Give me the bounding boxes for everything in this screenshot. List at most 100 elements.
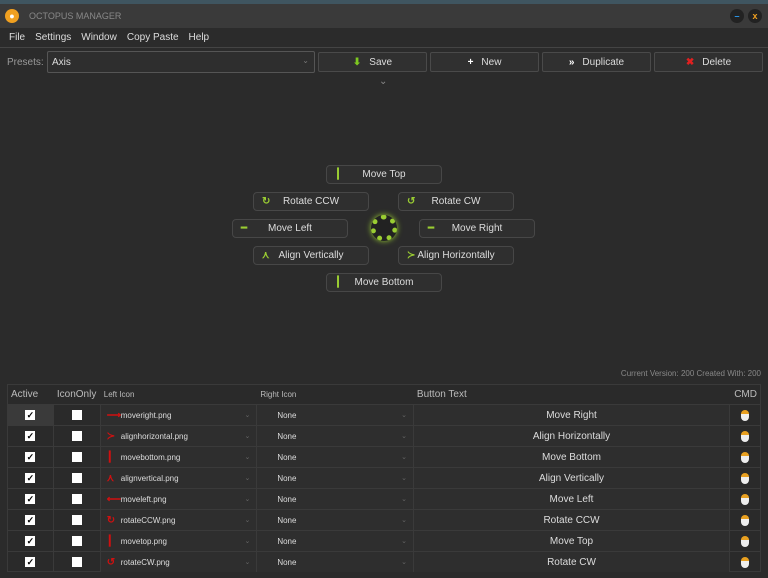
chevron-down-icon: ⌄ xyxy=(244,559,251,566)
cmd-cell[interactable] xyxy=(730,426,760,446)
pie-button-move-top[interactable]: ┃ Move Top xyxy=(326,165,442,184)
active-checkbox[interactable]: ✓ xyxy=(25,557,36,567)
active-checkbox[interactable]: ✓ xyxy=(25,473,36,483)
duplicate-button[interactable]: » Duplicate xyxy=(542,52,651,72)
pie-button-move-right[interactable]: ━ Move Right xyxy=(419,219,535,238)
pie-center-icon xyxy=(371,215,397,241)
chevron-down-icon: ⌄ xyxy=(244,412,251,419)
pie-icon: ≻ xyxy=(407,250,416,261)
active-checkbox[interactable]: ✓ xyxy=(25,536,36,546)
button-text-input[interactable]: Rotate CCW xyxy=(413,510,731,530)
mouse-icon xyxy=(741,472,750,484)
icononly-checkbox[interactable] xyxy=(71,494,82,504)
left-icon-dropdown[interactable]: ┃ movetop.png ⌄ xyxy=(100,531,258,551)
button-text-input[interactable]: Rotate CW xyxy=(413,552,731,572)
left-icon-dropdown[interactable]: ≻ alignhorizontal.png ⌄ xyxy=(100,426,258,446)
new-button[interactable]: + New xyxy=(430,52,539,72)
button-text-input[interactable]: Move Top xyxy=(413,531,731,551)
left-icon-value: rotateCCW.png xyxy=(120,515,176,525)
minimize-button[interactable]: – xyxy=(730,9,744,23)
icononly-cell xyxy=(54,489,101,509)
cmd-cell[interactable] xyxy=(730,468,760,488)
active-checkbox[interactable]: ✓ xyxy=(25,410,36,420)
cmd-cell[interactable] xyxy=(730,489,760,509)
chevron-down-icon: ⌄ xyxy=(401,454,407,461)
button-text-input[interactable]: Align Vertically xyxy=(413,468,731,488)
pie-button-rotate-cw[interactable]: ↺ Rotate CW xyxy=(398,192,514,211)
active-checkbox[interactable]: ✓ xyxy=(25,431,36,441)
right-icon-dropdown[interactable]: None ⌄ xyxy=(257,510,414,530)
expand-chevron-icon[interactable]: ⌄ xyxy=(379,76,387,87)
chevron-down-icon: ⌄ xyxy=(244,496,251,503)
cmd-cell[interactable] xyxy=(730,552,760,572)
right-icon-dropdown[interactable]: None ⌄ xyxy=(257,426,414,446)
button-label: Delete xyxy=(702,57,732,68)
right-icon-dropdown[interactable]: None ⌄ xyxy=(257,405,414,425)
icononly-checkbox[interactable] xyxy=(71,557,82,567)
chevron-down-icon: ⌄ xyxy=(401,475,407,482)
left-icon-preview-icon: ⟵ xyxy=(106,493,122,505)
duplicate-icon: » xyxy=(568,57,575,68)
chevron-down-icon: ⌄ xyxy=(244,517,251,524)
active-checkbox[interactable]: ✓ xyxy=(25,452,36,462)
left-icon-dropdown[interactable]: ⋏ alignvertical.png ⌄ xyxy=(100,468,258,488)
menu-window[interactable]: Window xyxy=(76,28,122,47)
active-checkbox[interactable]: ✓ xyxy=(25,494,36,504)
icononly-checkbox[interactable] xyxy=(71,410,82,420)
pie-button-move-left[interactable]: ━ Move Left xyxy=(232,219,348,238)
presets-dropdown[interactable]: Axis ⌄ xyxy=(47,51,315,73)
button-label: Duplicate xyxy=(582,57,625,68)
chevron-down-icon: ⌄ xyxy=(244,475,251,482)
left-icon-dropdown[interactable]: ↻ rotateCCW.png ⌄ xyxy=(100,510,258,530)
active-cell: ✓ xyxy=(8,510,54,530)
col-button-text: Button Text xyxy=(416,389,467,400)
menu-copy-paste[interactable]: Copy Paste xyxy=(122,28,184,47)
pie-label: Rotate CW xyxy=(431,196,481,207)
pie-button-move-bottom[interactable]: ┃ Move Bottom xyxy=(326,273,442,292)
chevron-down-icon: ⌄ xyxy=(401,517,407,524)
button-text-input[interactable]: Align Horizontally xyxy=(413,426,731,446)
button-text-input[interactable]: Move Bottom xyxy=(413,447,731,467)
button-text-input[interactable]: Move Left xyxy=(413,489,731,509)
right-icon-value: None xyxy=(277,410,297,420)
pie-button-align-horizontally[interactable]: ≻ Align Horizontally xyxy=(398,246,514,265)
left-icon-dropdown[interactable]: ⟶ moveright.png ⌄ xyxy=(100,405,258,425)
menu-settings[interactable]: Settings xyxy=(30,28,76,47)
icononly-checkbox[interactable] xyxy=(71,431,82,441)
left-icon-value: rotateCW.png xyxy=(120,557,170,567)
right-icon-dropdown[interactable]: None ⌄ xyxy=(257,489,414,509)
cmd-cell[interactable] xyxy=(730,510,760,530)
active-checkbox[interactable]: ✓ xyxy=(25,515,36,525)
right-icon-value: None xyxy=(277,536,297,546)
cmd-cell[interactable] xyxy=(730,531,760,551)
cmd-cell[interactable] xyxy=(730,447,760,467)
pie-button-align-vertically[interactable]: ⋏ Align Vertically xyxy=(253,246,369,265)
right-icon-dropdown[interactable]: None ⌄ xyxy=(257,531,414,551)
right-icon-dropdown[interactable]: None ⌄ xyxy=(257,552,414,572)
left-icon-dropdown[interactable]: ⟵ moveleft.png ⌄ xyxy=(100,489,258,509)
save-button[interactable]: ⬇ Save xyxy=(318,52,427,72)
button-text-input[interactable]: Move Right xyxy=(413,405,731,425)
icononly-checkbox[interactable] xyxy=(71,452,82,462)
icononly-checkbox[interactable] xyxy=(71,536,82,546)
right-icon-dropdown[interactable]: None ⌄ xyxy=(257,468,414,488)
pie-icon: ━ xyxy=(428,223,435,234)
left-icon-dropdown[interactable]: ┃ movebottom.png ⌄ xyxy=(100,447,258,467)
right-icon-dropdown[interactable]: None ⌄ xyxy=(257,447,414,467)
active-cell: ✓ xyxy=(8,405,54,425)
table-row: ✓ ↻ rotateCCW.png ⌄ None ⌄ Rotate CCW xyxy=(8,509,760,530)
menu-file[interactable]: File xyxy=(4,28,30,47)
left-icon-dropdown[interactable]: ↺ rotateCW.png ⌄ xyxy=(100,552,258,572)
icononly-checkbox[interactable] xyxy=(71,515,82,525)
delete-button[interactable]: ✖ Delete xyxy=(654,52,763,72)
pie-label: Move Right xyxy=(451,223,503,234)
menu-help[interactable]: Help xyxy=(184,28,215,47)
icononly-checkbox[interactable] xyxy=(71,473,82,483)
close-button[interactable]: x xyxy=(748,9,762,23)
right-icon-value: None xyxy=(277,431,297,441)
left-icon-value: alignvertical.png xyxy=(120,473,179,483)
table-row: ✓ ↺ rotateCW.png ⌄ None ⌄ Rotate CW xyxy=(8,551,760,572)
pie-button-rotate-ccw[interactable]: ↻ Rotate CCW xyxy=(253,192,369,211)
left-icon-value: movetop.png xyxy=(120,536,168,546)
cmd-cell[interactable] xyxy=(730,405,760,425)
